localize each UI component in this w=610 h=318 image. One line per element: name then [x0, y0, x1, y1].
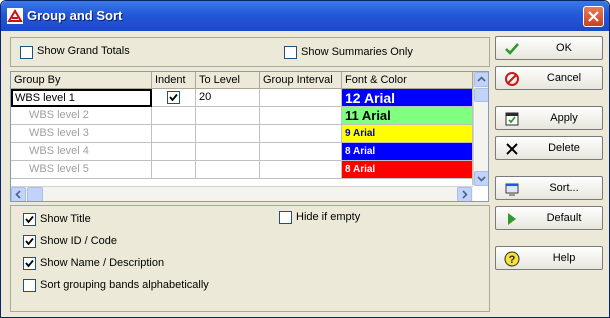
scroll-thumb[interactable] [474, 88, 488, 102]
group-grid[interactable]: Group By Indent To Level Group Interval … [10, 71, 489, 202]
window-title: Group and Sort [27, 8, 123, 23]
table-row-font[interactable]: 8 Arial [342, 161, 473, 179]
apply-button[interactable]: Apply [495, 106, 603, 130]
scroll-up-button[interactable] [474, 72, 488, 87]
checkmark-icon [25, 237, 34, 246]
table-row-interval[interactable] [260, 107, 342, 125]
cancel-icon [505, 72, 519, 86]
top-options-panel: Show Grand Totals Show Summaries Only [10, 37, 490, 67]
arrow-left-icon [15, 190, 21, 199]
table-row-to-level[interactable]: 20 [196, 89, 260, 107]
table-row-font[interactable]: 11 Arial [342, 107, 473, 125]
show-title-label: Show Title [40, 213, 91, 225]
group-and-sort-dialog: Group and Sort Show Grand Totals Show Su… [0, 0, 610, 318]
play-icon [508, 213, 516, 225]
table-row-to-level[interactable] [196, 125, 260, 143]
horizontal-scrollbar[interactable] [11, 186, 473, 201]
column-header-indent[interactable]: Indent [152, 72, 196, 89]
ok-button[interactable]: OK [495, 36, 603, 60]
table-row-interval[interactable] [260, 125, 342, 143]
sort-label: Sort... [549, 182, 579, 194]
column-header-font-color[interactable]: Font & Color [342, 72, 473, 89]
scroll-down-button[interactable] [474, 171, 488, 186]
arrow-down-icon [477, 176, 486, 182]
checkmark-icon [505, 43, 519, 55]
cancel-button[interactable]: Cancel [495, 66, 603, 90]
table-row-group-by[interactable]: WBS level 5 [11, 161, 152, 179]
table-row-group-by[interactable]: WBS level 2 [11, 107, 152, 125]
show-id-code-checkbox[interactable] [23, 235, 36, 248]
help-label: Help [552, 252, 576, 264]
show-name-description-label: Show Name / Description [40, 257, 165, 269]
show-name-description-checkbox[interactable] [23, 257, 36, 270]
sort-button[interactable]: Sort... [495, 176, 603, 200]
checkmark-icon [25, 215, 34, 224]
delete-button[interactable]: Delete [495, 136, 603, 160]
table-row-indent[interactable] [152, 143, 196, 161]
close-icon [588, 11, 599, 22]
indent-checkbox[interactable] [167, 91, 180, 104]
delete-label: Delete [548, 142, 580, 154]
table-row-group-by[interactable]: WBS level 3 [11, 125, 152, 143]
ok-label: OK [556, 42, 572, 54]
app-icon [7, 8, 23, 24]
apply-icon [505, 112, 519, 126]
sort-alphabetically-label: Sort grouping bands alphabetically [40, 279, 209, 291]
cancel-label: Cancel [546, 72, 582, 84]
hide-if-empty-checkbox[interactable] [279, 211, 292, 224]
table-row-indent[interactable] [152, 125, 196, 143]
table-row-font[interactable]: 12 Arial [342, 89, 473, 107]
table-row-to-level[interactable] [196, 107, 260, 125]
table-row-empty[interactable] [11, 179, 473, 185]
help-icon: ? [504, 251, 520, 267]
show-grand-totals-label: Show Grand Totals [37, 45, 130, 57]
table-row-interval[interactable] [260, 89, 342, 107]
arrow-right-icon [462, 190, 468, 199]
column-header-to-level[interactable]: To Level [196, 72, 260, 89]
close-button[interactable] [583, 6, 604, 27]
delete-icon [506, 143, 518, 155]
checkmark-icon [169, 93, 178, 102]
svg-text:?: ? [509, 254, 516, 266]
show-grand-totals-checkbox[interactable] [20, 46, 33, 59]
table-row-font[interactable]: 8 Arial [342, 143, 473, 161]
hide-if-empty-label: Hide if empty [296, 211, 361, 223]
scroll-left-button[interactable] [11, 187, 26, 201]
title-bar[interactable]: Group and Sort [1, 1, 609, 31]
show-id-code-label: Show ID / Code [40, 235, 118, 247]
table-row-to-level[interactable] [196, 143, 260, 161]
checkmark-icon [25, 259, 34, 268]
default-label: Default [546, 212, 582, 224]
table-row-font[interactable]: 9 Arial [342, 125, 473, 143]
show-summaries-only-label: Show Summaries Only [301, 46, 413, 58]
show-title-checkbox[interactable] [23, 213, 36, 226]
sort-alphabetically-checkbox[interactable] [23, 279, 36, 292]
default-button[interactable]: Default [495, 206, 603, 230]
table-row-indent[interactable] [152, 161, 196, 179]
show-summaries-only-checkbox[interactable] [284, 46, 297, 59]
sort-icon [505, 183, 519, 196]
table-row-to-level[interactable] [196, 161, 260, 179]
bottom-options-panel: Show Title Hide if empty Show ID / Code … [10, 205, 490, 312]
table-row-interval[interactable] [260, 161, 342, 179]
scroll-right-button[interactable] [457, 187, 472, 201]
table-row-group-by[interactable]: WBS level 1 [11, 89, 152, 107]
column-header-group-by[interactable]: Group By [11, 72, 152, 89]
apply-label: Apply [550, 112, 578, 124]
vertical-scrollbar[interactable] [473, 72, 488, 186]
arrow-up-icon [477, 76, 486, 82]
table-row-interval[interactable] [260, 143, 342, 161]
table-row-group-by[interactable]: WBS level 4 [11, 143, 152, 161]
table-row-indent[interactable] [152, 89, 196, 107]
column-header-group-interval[interactable]: Group Interval [260, 72, 342, 89]
scroll-thumb-horizontal[interactable] [27, 187, 43, 201]
help-button[interactable]: ? Help [495, 246, 603, 270]
table-row-indent[interactable] [152, 107, 196, 125]
